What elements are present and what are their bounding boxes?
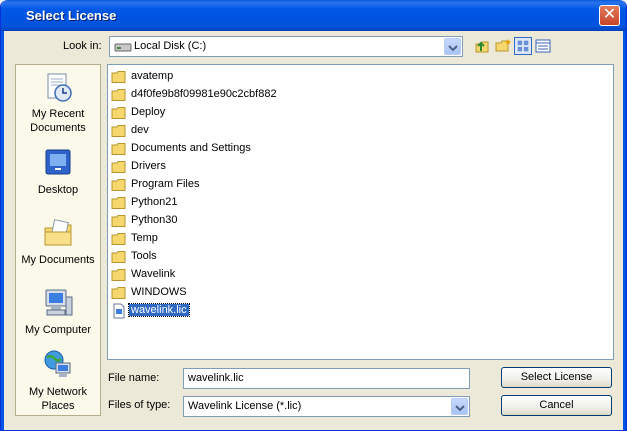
recent-documents-icon bbox=[47, 73, 72, 102]
folder-icon bbox=[111, 89, 126, 101]
folder-icon bbox=[111, 251, 126, 263]
files-of-type-dropdown-arrow[interactable] bbox=[451, 398, 468, 415]
files-of-type-label: Files of type: bbox=[108, 399, 171, 411]
place-label: My Network Places bbox=[28, 386, 88, 412]
chevron-down-icon bbox=[455, 405, 465, 412]
place-label: My Recent Documents bbox=[30, 108, 86, 134]
item-name: Tools bbox=[131, 250, 157, 262]
files-of-type-dropdown[interactable]: Wavelink License (*.lic) bbox=[183, 396, 470, 417]
place-desktop[interactable]: Desktop bbox=[16, 147, 100, 197]
place-my-recent-documents[interactable]: My Recent Documents bbox=[16, 71, 100, 135]
look-in-label: Look in: bbox=[63, 40, 102, 52]
folder-icon bbox=[111, 107, 126, 119]
folder-icon bbox=[111, 125, 126, 137]
chevron-down-icon bbox=[448, 45, 458, 52]
item-name: Documents and Settings bbox=[131, 142, 251, 154]
title-bar[interactable]: Select License ✕ bbox=[1, 0, 626, 31]
item-name: WINDOWS bbox=[131, 286, 187, 298]
item-name: Deploy bbox=[131, 106, 166, 118]
folder-icon bbox=[111, 197, 126, 209]
file-list[interactable]: avatemp d4f0fe9b8f09981e90c2cbf882 Deplo… bbox=[107, 64, 614, 360]
folder-icon bbox=[111, 233, 126, 245]
file-name-value: wavelink.lic bbox=[188, 372, 244, 384]
place-label: Desktop bbox=[37, 184, 79, 196]
item-name: Python21 bbox=[131, 196, 178, 208]
item-name: Temp bbox=[131, 232, 158, 244]
place-my-computer[interactable]: My Computer bbox=[16, 287, 100, 337]
files-of-type-value: Wavelink License (*.lic) bbox=[188, 400, 302, 412]
item-name: Python30 bbox=[131, 214, 178, 226]
place-label: My Documents bbox=[21, 254, 95, 266]
new-folder-icon[interactable] bbox=[494, 37, 512, 55]
look-in-dropdown-arrow[interactable] bbox=[444, 38, 461, 55]
my-documents-icon bbox=[44, 219, 72, 246]
item-name: Drivers bbox=[131, 160, 166, 172]
window-frame-right bbox=[623, 31, 626, 430]
dialog-title: Select License bbox=[26, 8, 117, 23]
my-computer-icon bbox=[45, 289, 73, 316]
folder-icon bbox=[111, 143, 126, 155]
up-folder-icon[interactable] bbox=[473, 37, 491, 55]
folder-icon bbox=[111, 161, 126, 173]
file-name-label: File name: bbox=[108, 372, 160, 384]
close-icon: ✕ bbox=[602, 6, 617, 23]
cancel-button[interactable]: Cancel bbox=[501, 395, 612, 416]
item-name: dev bbox=[131, 124, 149, 136]
select-license-button[interactable]: Select License bbox=[501, 367, 612, 388]
folder-icon bbox=[111, 215, 126, 227]
place-label: My Computer bbox=[24, 324, 92, 336]
folder-icon bbox=[111, 269, 126, 281]
drive-icon bbox=[114, 43, 132, 52]
desktop-icon bbox=[45, 149, 71, 175]
folder-icon bbox=[111, 179, 126, 191]
window-frame-left bbox=[1, 31, 4, 430]
item-name: wavelink.lic bbox=[128, 303, 190, 317]
thumbnail-view-icon[interactable] bbox=[514, 37, 532, 55]
license-file-icon bbox=[113, 303, 125, 319]
item-name: d4f0fe9b8f09981e90c2cbf882 bbox=[131, 88, 277, 100]
views-menu-icon[interactable] bbox=[534, 37, 552, 55]
place-my-network-places[interactable]: My Network Places bbox=[16, 349, 100, 413]
item-name: avatemp bbox=[131, 70, 174, 82]
folder-icon bbox=[111, 71, 126, 83]
select-license-dialog: Select License ✕ Look in: Local Disk (C:… bbox=[0, 0, 627, 431]
close-button[interactable]: ✕ bbox=[599, 5, 620, 26]
file-name-input[interactable]: wavelink.lic bbox=[183, 368, 470, 389]
folder-icon bbox=[111, 287, 126, 299]
item-name: Wavelink bbox=[131, 268, 176, 280]
places-bar: My Recent Documents Desktop My Documents bbox=[15, 64, 101, 416]
item-name: Program Files bbox=[131, 178, 200, 190]
network-places-icon bbox=[44, 350, 71, 377]
look-in-dropdown[interactable]: Local Disk (C:) bbox=[109, 36, 463, 57]
place-my-documents[interactable]: My Documents bbox=[16, 217, 100, 267]
look-in-value: Local Disk (C:) bbox=[134, 40, 207, 52]
